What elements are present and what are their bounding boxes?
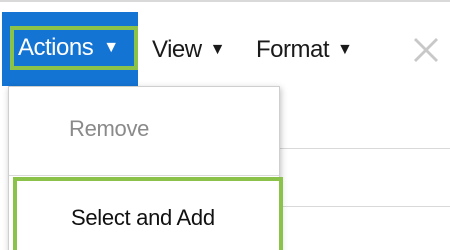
actions-menu-label: Actions: [18, 34, 94, 61]
actions-menu-highlight[interactable]: Actions ▼: [10, 26, 138, 70]
chevron-down-icon: ▼: [209, 41, 226, 58]
chevron-down-icon: ▼: [103, 39, 119, 56]
close-icon[interactable]: [410, 34, 442, 66]
actions-dropdown-menu: Remove Select and Add: [8, 86, 283, 250]
menu-item-select-and-add-label: Select and Add: [71, 205, 215, 230]
view-menu-button[interactable]: View ▼: [152, 36, 225, 64]
format-menu-button[interactable]: Format ▼: [256, 36, 353, 64]
menu-divider: [9, 175, 279, 176]
menubar: Actions ▼ View ▼ Format ▼: [0, 2, 450, 90]
chevron-down-icon: ▼: [337, 41, 353, 58]
menu-item-select-and-add[interactable]: Select and Add: [13, 177, 283, 250]
menu-item-remove[interactable]: Remove: [9, 87, 279, 171]
format-menu-label: Format: [256, 36, 330, 63]
menu-item-remove-label: Remove: [69, 116, 150, 141]
table-row-divider: [270, 206, 450, 207]
table-row-divider: [270, 148, 450, 149]
screen: Actions ▼ View ▼ Format ▼ Remove Select …: [0, 0, 450, 250]
view-menu-label: View: [152, 36, 202, 63]
